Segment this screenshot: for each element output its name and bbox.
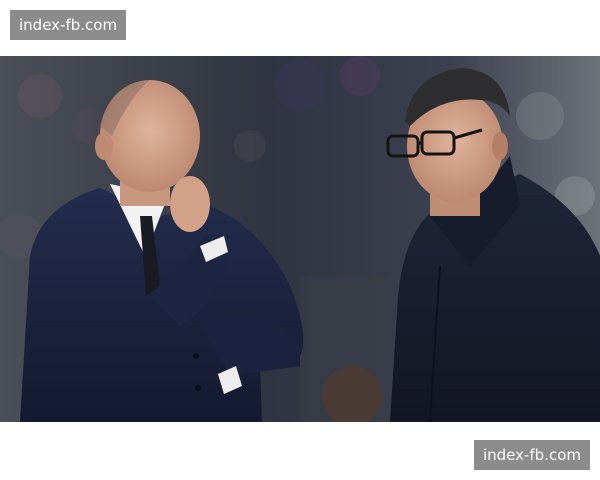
watermark-label: index-fb.com [473, 440, 590, 470]
photo [0, 56, 600, 422]
photo-illustration [0, 56, 600, 422]
watermark-label: index-fb.com [10, 10, 127, 40]
